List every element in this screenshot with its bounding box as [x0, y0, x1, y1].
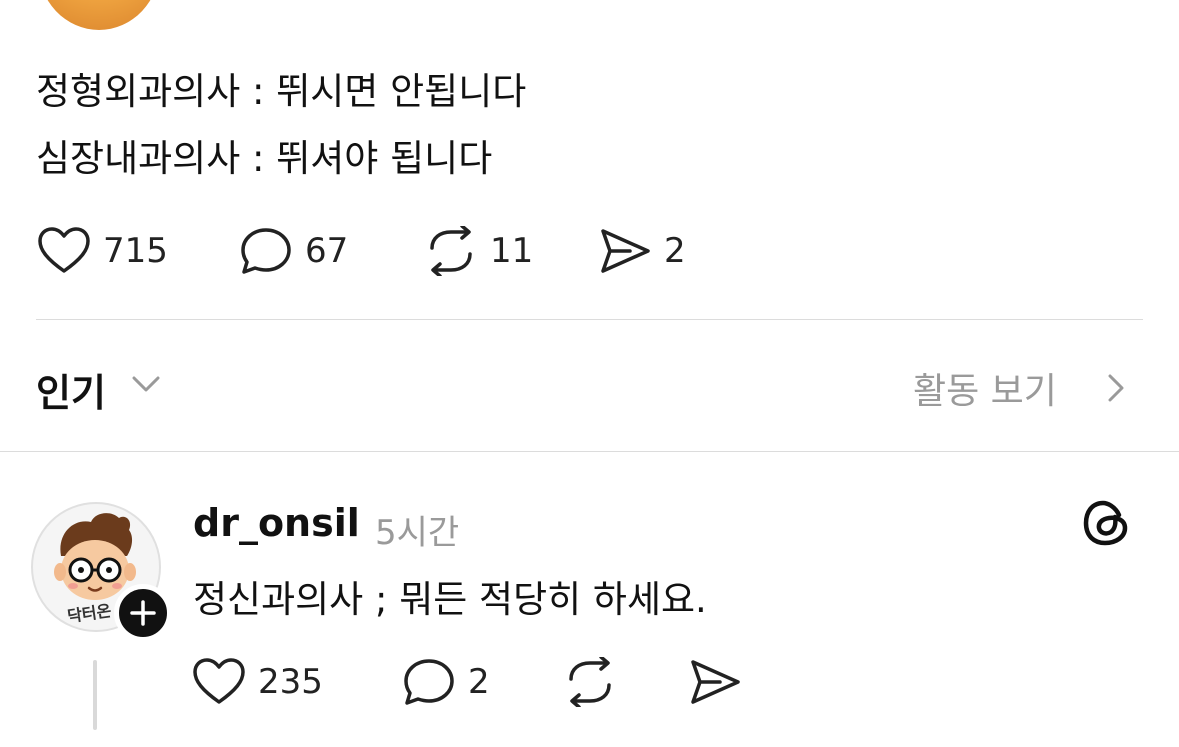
threads-logo-icon[interactable]	[1082, 498, 1130, 548]
repost-button[interactable]: 11	[424, 226, 533, 276]
follow-button[interactable]	[114, 584, 172, 642]
reply-reply-button[interactable]: 2	[402, 657, 490, 707]
sort-dropdown-label[interactable]: 인기	[36, 362, 106, 417]
reply-like-count: 235	[258, 662, 323, 702]
reply-reply-count: 2	[468, 662, 490, 702]
reply-button[interactable]: 67	[239, 226, 348, 276]
post-text-line-1: 정형외과의사 : 뛰시면 안됩니다	[36, 70, 527, 113]
repost-icon	[430, 226, 472, 276]
reply-text: 정신과의사 ; 뭐든 적당히 하세요.	[193, 578, 707, 621]
section-divider	[0, 451, 1179, 452]
share-count: 2	[664, 231, 686, 271]
divider	[36, 319, 1143, 320]
send-icon	[601, 229, 650, 273]
post-text-line-2: 심장내과의사 : 뛰셔야 됩니다	[36, 137, 493, 180]
plus-icon	[130, 600, 156, 626]
share-button[interactable]: 2	[598, 226, 686, 276]
reply-timestamp: 5시간	[375, 513, 460, 553]
chevron-down-icon[interactable]	[130, 372, 162, 396]
heart-icon	[38, 227, 90, 273]
reply-repost-button[interactable]	[563, 657, 617, 707]
reply-count: 67	[305, 231, 349, 271]
chevron-right-icon[interactable]	[1104, 372, 1128, 404]
repost-count: 11	[490, 231, 534, 271]
reply-username[interactable]: dr_onsil	[193, 501, 360, 545]
author-avatar[interactable]	[38, 0, 160, 30]
like-button[interactable]: 715	[37, 226, 168, 276]
reply-share-button[interactable]	[688, 657, 742, 707]
send-icon	[691, 660, 740, 704]
heart-icon	[193, 658, 245, 704]
view-activity-link[interactable]: 활동 보기	[913, 362, 1057, 414]
repost-icon	[569, 657, 611, 707]
like-count: 715	[103, 231, 168, 271]
comment-icon	[241, 228, 291, 274]
comment-icon	[404, 659, 454, 705]
reply-like-button[interactable]: 235	[192, 657, 323, 707]
thread-connector-line	[93, 660, 97, 730]
